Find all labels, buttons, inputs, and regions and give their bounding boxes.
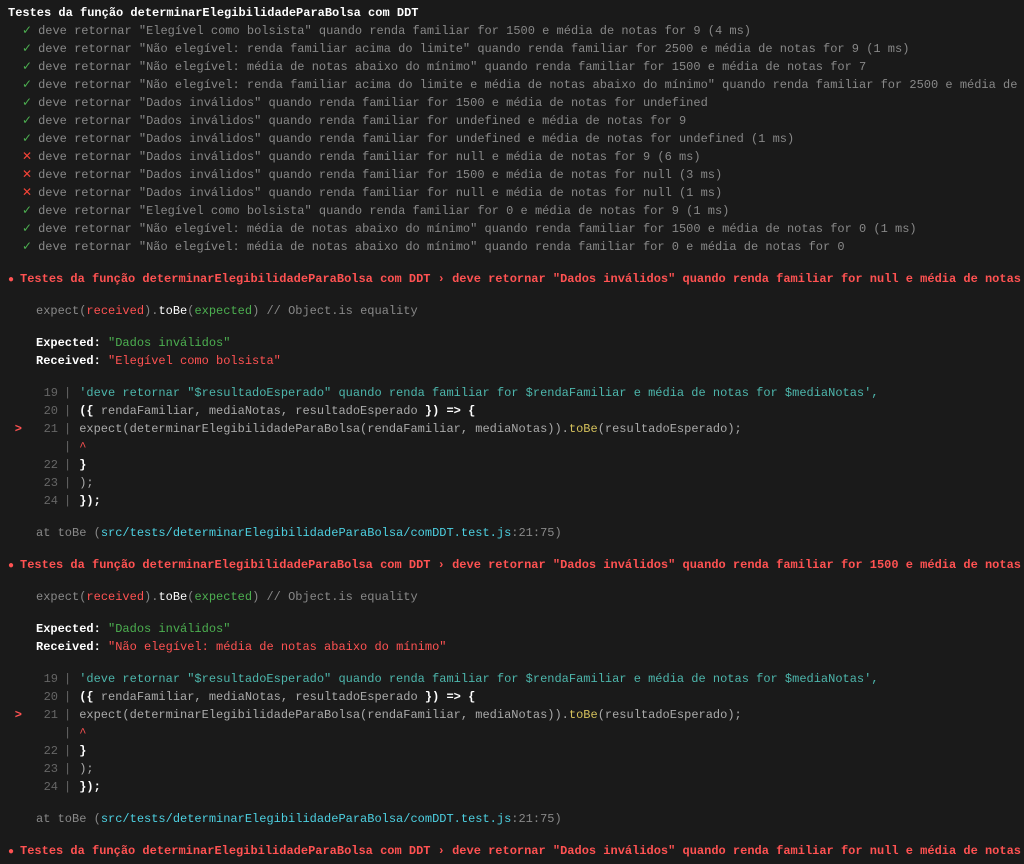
test-result-line: ✓ deve retornar "Dados inválidos" quando … xyxy=(8,112,1016,130)
code-line: 20| ({ rendaFamiliar, mediaNotas, result… xyxy=(8,688,1016,706)
check-icon: ✓ xyxy=(22,130,32,148)
expected-value: Expected: "Dados inválidos" xyxy=(36,334,1016,352)
check-icon: ✓ xyxy=(22,112,32,130)
check-icon: ✓ xyxy=(22,220,32,238)
suite-title: Testes da função determinarElegibilidade… xyxy=(8,4,1016,22)
test-result-line: ✓ deve retornar "Dados inválidos" quando … xyxy=(8,94,1016,112)
check-icon: ✓ xyxy=(22,76,32,94)
test-result-line: ✓ deve retornar "Elegível como bolsista" … xyxy=(8,202,1016,220)
test-result-line: ✕ deve retornar "Dados inválidos" quando … xyxy=(8,184,1016,202)
test-description: deve retornar "Não elegível: média de no… xyxy=(38,58,866,76)
code-line: 22| } xyxy=(8,742,1016,760)
test-description: deve retornar "Dados inválidos" quando r… xyxy=(38,166,722,184)
expect-expression: expect(received).toBe(expected) // Objec… xyxy=(36,302,1016,320)
test-description: deve retornar "Elegível como bolsista" q… xyxy=(38,22,751,40)
check-icon: ✓ xyxy=(22,94,32,112)
code-line: 22| } xyxy=(8,456,1016,474)
cross-icon: ✕ xyxy=(22,166,32,184)
test-description: deve retornar "Dados inválidos" quando r… xyxy=(38,184,722,202)
test-description: deve retornar "Não elegível: média de no… xyxy=(38,220,917,238)
bullet-icon: ● xyxy=(8,559,14,574)
received-value: Received: "Elegível como bolsista" xyxy=(36,352,1016,370)
check-icon: ✓ xyxy=(22,238,32,256)
test-description: deve retornar "Dados inválidos" quando r… xyxy=(38,112,686,130)
cross-icon: ✕ xyxy=(22,148,32,166)
test-result-line: ✓ deve retornar "Não elegível: média de n… xyxy=(8,238,1016,256)
failure-details: ●Testes da função determinarElegibilidad… xyxy=(8,270,1016,860)
test-result-line: ✓ deve retornar "Dados inválidos" quando … xyxy=(8,130,1016,148)
stack-trace-line: at toBe (src/tests/determinarElegibilida… xyxy=(36,810,1016,828)
received-value: Received: "Não elegível: média de notas … xyxy=(36,638,1016,656)
code-line: 24|}); xyxy=(8,778,1016,796)
code-line: 24|}); xyxy=(8,492,1016,510)
test-result-line: ✕ deve retornar "Dados inválidos" quando … xyxy=(8,148,1016,166)
test-description: deve retornar "Dados inválidos" quando r… xyxy=(38,130,794,148)
code-line: | ^ xyxy=(8,724,1016,742)
failure-title: ●Testes da função determinarElegibilidad… xyxy=(8,556,1016,574)
failure-title: ●Testes da função determinarElegibilidad… xyxy=(8,842,1016,860)
code-line: >21| expect(determinarElegibilidadeParaB… xyxy=(8,706,1016,724)
test-description: deve retornar "Não elegível: média de no… xyxy=(38,238,845,256)
test-description: deve retornar "Não elegível: renda famil… xyxy=(38,76,1024,94)
check-icon: ✓ xyxy=(22,202,32,220)
expected-value: Expected: "Dados inválidos" xyxy=(36,620,1016,638)
code-line: 23| ); xyxy=(8,474,1016,492)
test-description: deve retornar "Não elegível: renda famil… xyxy=(38,40,909,58)
test-description: deve retornar "Dados inválidos" quando r… xyxy=(38,94,708,112)
check-icon: ✓ xyxy=(22,22,32,40)
cross-icon: ✕ xyxy=(22,184,32,202)
expect-expression: expect(received).toBe(expected) // Objec… xyxy=(36,588,1016,606)
test-results-list: ✓ deve retornar "Elegível como bolsista" … xyxy=(8,22,1016,256)
test-result-line: ✓deve retornar "Não elegível: renda fami… xyxy=(8,76,1016,94)
test-result-line: ✓ deve retornar "Não elegível: média de n… xyxy=(8,220,1016,238)
bullet-icon: ● xyxy=(8,845,14,860)
check-icon: ✓ xyxy=(22,40,32,58)
code-line: 23| ); xyxy=(8,760,1016,778)
failure-title: ●Testes da função determinarElegibilidad… xyxy=(8,270,1016,288)
test-result-line: ✓ deve retornar "Não elegível: renda fami… xyxy=(8,40,1016,58)
code-line: >21| expect(determinarElegibilidadeParaB… xyxy=(8,420,1016,438)
test-result-line: ✓ deve retornar "Elegível como bolsista" … xyxy=(8,22,1016,40)
test-description: deve retornar "Dados inválidos" quando r… xyxy=(38,148,701,166)
code-line: 20| ({ rendaFamiliar, mediaNotas, result… xyxy=(8,402,1016,420)
test-result-line: ✕ deve retornar "Dados inválidos" quando … xyxy=(8,166,1016,184)
code-line: | ^ xyxy=(8,438,1016,456)
test-description: deve retornar "Elegível como bolsista" q… xyxy=(38,202,729,220)
check-icon: ✓ xyxy=(22,58,32,76)
test-result-line: ✓ deve retornar "Não elegível: média de n… xyxy=(8,58,1016,76)
stack-trace-line: at toBe (src/tests/determinarElegibilida… xyxy=(36,524,1016,542)
bullet-icon: ● xyxy=(8,273,14,288)
code-line: 19| 'deve retornar "$resultadoEsperado" … xyxy=(8,670,1016,688)
code-line: 19| 'deve retornar "$resultadoEsperado" … xyxy=(8,384,1016,402)
